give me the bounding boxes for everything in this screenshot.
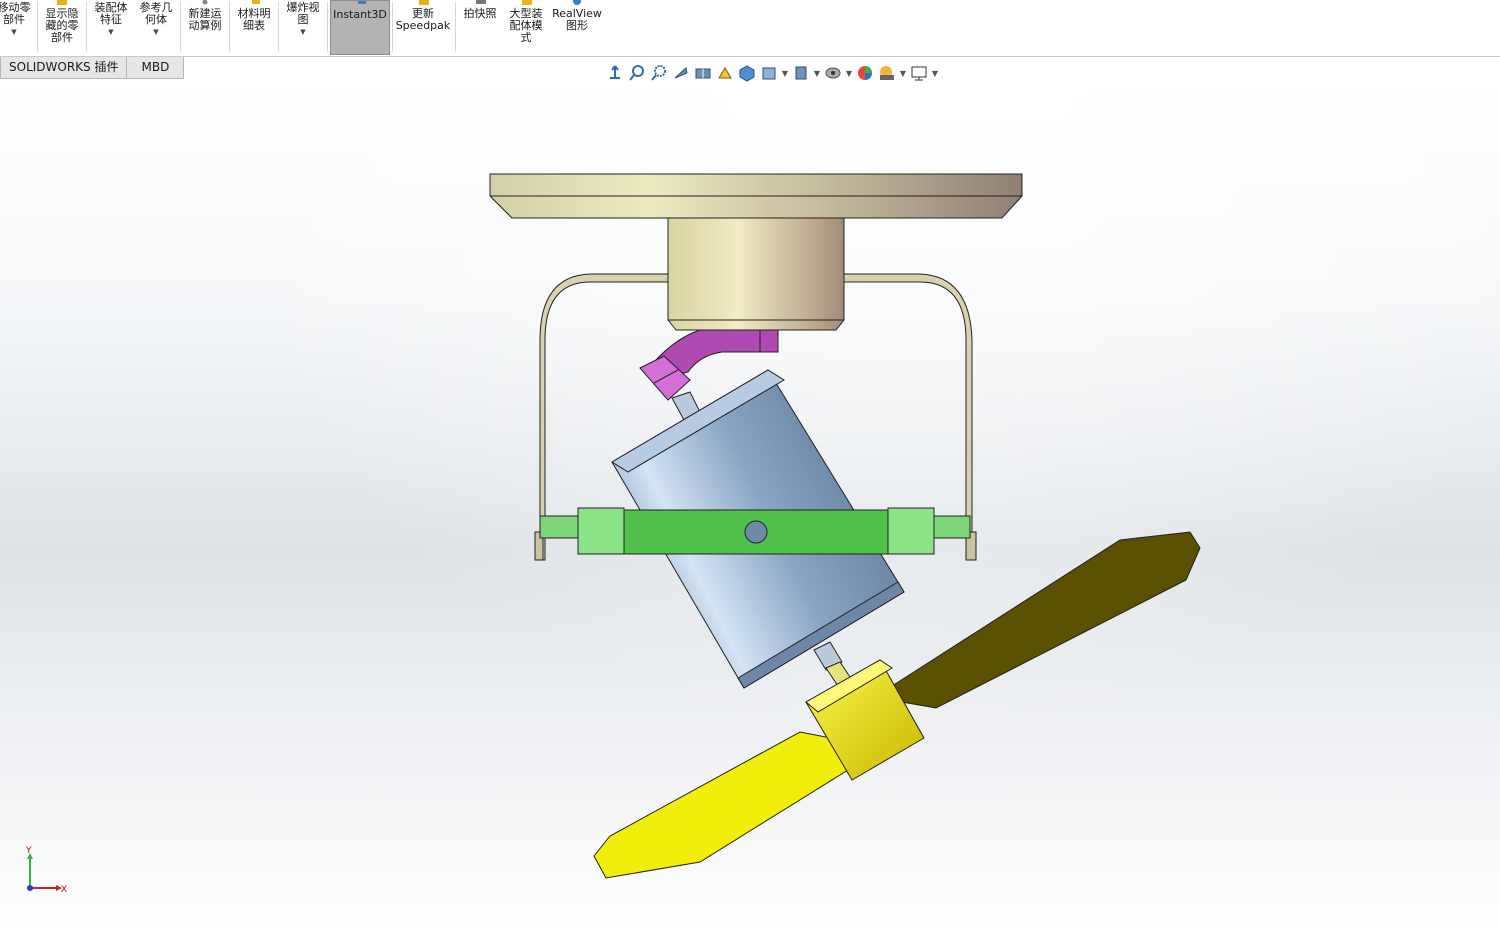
dynamic-annotation-icon[interactable] (714, 62, 736, 84)
assembly-features-button[interactable]: 装配体 特征 ▼ (88, 0, 134, 55)
realview-scene-icon[interactable] (876, 62, 898, 84)
snapshot-button[interactable]: 拍快照 (458, 0, 502, 55)
bill-of-materials-button[interactable]: 材料明 细表 (232, 0, 276, 55)
snapshot-label: 拍快照 (463, 7, 497, 20)
motor-housing[interactable] (667, 217, 845, 331)
realview-icon (573, 0, 581, 5)
new-motion-study-button[interactable]: 新建运 动算例 (183, 0, 227, 55)
ribbon-separator (278, 2, 279, 52)
clamp-ring[interactable] (539, 507, 971, 555)
chevron-down-icon[interactable]: ▼ (844, 69, 854, 78)
ribbon-separator (327, 2, 328, 52)
update-speedpak-label: 更新 Speedpak (395, 7, 451, 32)
show-hidden-label: 显示隐 藏的零 部件 (45, 7, 79, 44)
blade-light[interactable] (593, 731, 863, 879)
previous-view-arrow-icon[interactable] (670, 62, 692, 84)
exploded-view-button[interactable]: 爆炸视 图 ▼ (281, 0, 325, 55)
command-manager-tabs: SOLIDWORKS 插件 MBD (0, 57, 185, 79)
previous-view-icon[interactable] (604, 62, 626, 84)
new-motion-study-label: 新建运 动算例 (188, 7, 222, 32)
tab-mbd[interactable]: MBD (127, 57, 185, 79)
large-assembly-mode-label: 大型装 配体模 式 (509, 7, 543, 44)
apply-scene-icon[interactable] (854, 62, 876, 84)
triad-y-label: Y (25, 846, 32, 856)
speedpak-icon (419, 0, 429, 5)
ribbon-separator (392, 2, 393, 52)
chevron-down-icon[interactable]: ▼ (930, 69, 940, 78)
chevron-down-icon[interactable]: ▼ (780, 69, 790, 78)
graphics-area[interactable]: ▼ ▼ ▼ ▼ ▼ Y X (0, 65, 1500, 937)
heads-up-view-toolbar: ▼ ▼ ▼ ▼ ▼ (604, 61, 940, 85)
large-assembly-icon (522, 0, 532, 5)
ribbon-separator (86, 2, 87, 52)
motion-study-icon (202, 0, 208, 5)
show-hidden-icon (57, 0, 67, 5)
realview-graphics-button[interactable]: RealView 图形 (550, 0, 604, 55)
blade-dark[interactable] (891, 531, 1201, 709)
instant3d-label: Instant3D (333, 8, 387, 21)
chevron-down-icon[interactable]: ▼ (898, 69, 908, 78)
instant3d-icon (358, 1, 366, 4)
bill-of-materials-label: 材料明 细表 (237, 7, 271, 32)
view-orientation-icon[interactable] (736, 62, 758, 84)
section-view-icon[interactable] (692, 62, 714, 84)
tab-solidworks-addins[interactable]: SOLIDWORKS 插件 (0, 57, 128, 79)
fan-assembly-model[interactable] (0, 79, 1500, 937)
move-component-label: 移动零 部件 (0, 1, 31, 26)
chevron-down-icon[interactable]: ▼ (300, 28, 305, 36)
reference-triad: Y X (25, 846, 67, 895)
command-manager-ribbon: 移动零 部件 ▼ 显示隐 藏的零 部件 装配体 特征 ▼ 参考几 何体 ▼ 新建… (0, 0, 1500, 57)
reference-geometry-button[interactable]: 参考几 何体 ▼ (134, 0, 178, 55)
hide-show-items-icon[interactable] (790, 62, 812, 84)
ribbon-separator (455, 2, 456, 52)
display-style-icon[interactable] (758, 62, 780, 84)
view-settings-icon[interactable] (908, 62, 930, 84)
ribbon-separator (180, 2, 181, 52)
bom-icon (252, 0, 260, 4)
reference-geometry-label: 参考几 何体 (139, 1, 173, 26)
move-component-button[interactable]: 移动零 部件 ▼ (0, 0, 34, 55)
ribbon-separator (37, 2, 38, 52)
chevron-down-icon[interactable]: ▼ (108, 28, 113, 36)
show-hidden-components-button[interactable]: 显示隐 藏的零 部件 (40, 0, 84, 55)
camera-icon (476, 0, 486, 4)
edit-appearance-icon[interactable] (822, 62, 844, 84)
mounting-plate[interactable] (489, 173, 1023, 219)
realview-graphics-label: RealView 图形 (552, 7, 602, 32)
large-assembly-mode-button[interactable]: 大型装 配体模 式 (503, 0, 549, 55)
chevron-down-icon[interactable]: ▼ (11, 28, 16, 36)
zoom-to-fit-icon[interactable] (626, 62, 648, 84)
chevron-down-icon[interactable]: ▼ (153, 28, 158, 36)
instant3d-button[interactable]: Instant3D (330, 0, 390, 55)
ribbon-separator (229, 2, 230, 52)
chevron-down-icon[interactable]: ▼ (812, 69, 822, 78)
triad-x-label: X (61, 885, 67, 895)
assembly-features-label: 装配体 特征 (94, 1, 128, 26)
exploded-view-label: 爆炸视 图 (286, 1, 320, 26)
update-speedpak-button[interactable]: 更新 Speedpak (394, 0, 452, 55)
zoom-to-area-icon[interactable] (648, 62, 670, 84)
